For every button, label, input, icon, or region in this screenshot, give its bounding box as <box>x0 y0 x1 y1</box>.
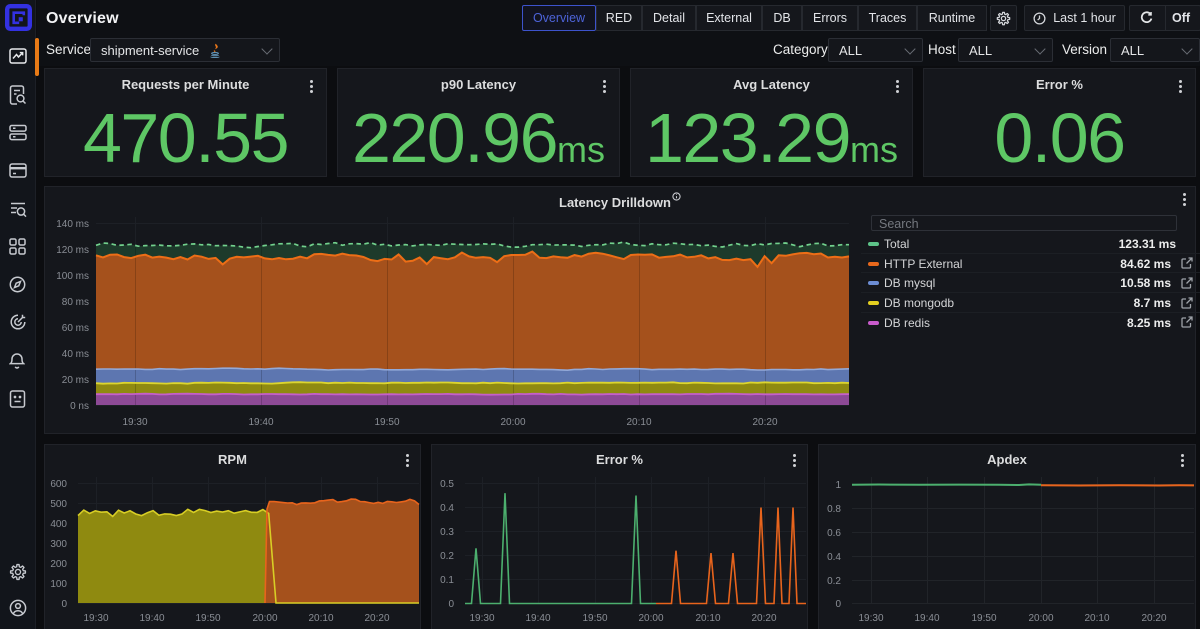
svg-text:1: 1 <box>835 480 841 491</box>
svg-text:140 ms: 140 ms <box>56 219 89 230</box>
svg-text:40 ms: 40 ms <box>62 349 89 360</box>
svg-text:20:10: 20:10 <box>308 613 333 624</box>
svg-text:20:10: 20:10 <box>1084 613 1109 624</box>
svg-text:400: 400 <box>50 519 67 530</box>
svg-text:0.2: 0.2 <box>440 551 454 562</box>
svg-text:0: 0 <box>61 599 67 610</box>
svg-text:500: 500 <box>50 499 67 510</box>
svg-text:120 ms: 120 ms <box>56 245 89 256</box>
svg-text:19:40: 19:40 <box>139 613 164 624</box>
svg-text:20:20: 20:20 <box>364 613 389 624</box>
svg-text:19:50: 19:50 <box>374 417 399 428</box>
svg-text:0.3: 0.3 <box>440 527 454 538</box>
svg-text:60 ms: 60 ms <box>62 323 89 334</box>
svg-text:19:30: 19:30 <box>122 417 147 428</box>
svg-text:19:30: 19:30 <box>858 613 883 624</box>
svg-text:20:00: 20:00 <box>500 417 525 428</box>
svg-text:19:40: 19:40 <box>525 613 550 624</box>
svg-text:0.2: 0.2 <box>827 576 841 587</box>
svg-text:200: 200 <box>50 559 67 570</box>
svg-text:100: 100 <box>50 579 67 590</box>
svg-text:0.5: 0.5 <box>440 479 454 490</box>
svg-text:20:20: 20:20 <box>1141 613 1166 624</box>
svg-text:300: 300 <box>50 539 67 550</box>
svg-text:100 ms: 100 ms <box>56 271 89 282</box>
svg-text:0 ns: 0 ns <box>70 401 89 412</box>
svg-text:19:30: 19:30 <box>83 613 108 624</box>
svg-text:0: 0 <box>448 599 454 610</box>
svg-text:600: 600 <box>50 479 67 490</box>
svg-text:80 ms: 80 ms <box>62 297 89 308</box>
svg-text:20:20: 20:20 <box>752 417 777 428</box>
svg-text:20:00: 20:00 <box>1028 613 1053 624</box>
svg-text:0.6: 0.6 <box>827 528 841 539</box>
svg-text:20:10: 20:10 <box>626 417 651 428</box>
svg-text:20:10: 20:10 <box>695 613 720 624</box>
svg-text:19:30: 19:30 <box>469 613 494 624</box>
svg-text:0: 0 <box>835 599 841 610</box>
svg-text:20:00: 20:00 <box>252 613 277 624</box>
svg-text:20 ms: 20 ms <box>62 375 89 386</box>
svg-text:20:00: 20:00 <box>638 613 663 624</box>
svg-text:19:50: 19:50 <box>582 613 607 624</box>
svg-text:19:40: 19:40 <box>914 613 939 624</box>
svg-text:0.8: 0.8 <box>827 504 841 515</box>
svg-text:0.4: 0.4 <box>827 552 841 563</box>
svg-text:0.1: 0.1 <box>440 575 454 586</box>
svg-text:19:50: 19:50 <box>195 613 220 624</box>
svg-text:19:40: 19:40 <box>248 417 273 428</box>
svg-text:19:50: 19:50 <box>971 613 996 624</box>
svg-text:20:20: 20:20 <box>751 613 776 624</box>
svg-text:0.4: 0.4 <box>440 503 454 514</box>
